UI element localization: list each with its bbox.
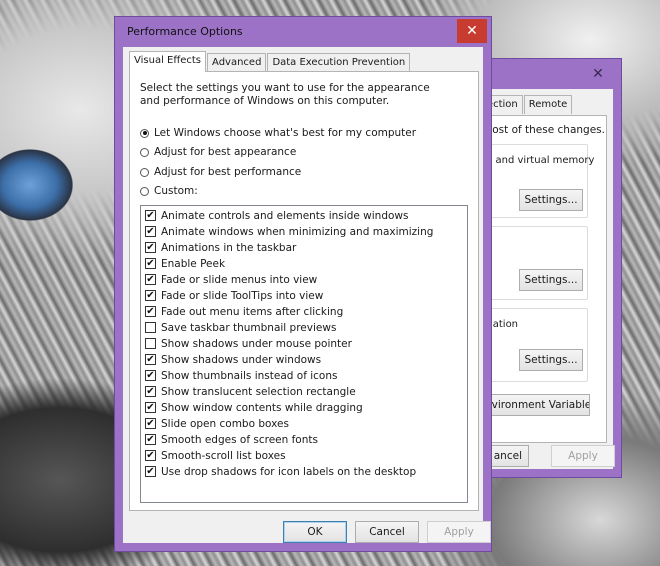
list-item[interactable]: ✔ Fade or slide ToolTips into view	[145, 288, 323, 303]
radio-button[interactable]	[140, 186, 149, 196]
dialog-title: Performance Options	[127, 25, 243, 38]
list-item-label: Show thumbnails instead of icons	[161, 369, 338, 382]
apply-button[interactable]: Apply	[427, 521, 491, 543]
checkbox[interactable]: ✔	[145, 370, 156, 381]
list-item-label: Smooth edges of screen fonts	[161, 433, 318, 446]
system-properties-titlebar[interactable]: ✕	[471, 59, 621, 89]
close-icon[interactable]: ✕	[457, 19, 487, 43]
list-item-label: Show shadows under mouse pointer	[161, 337, 352, 350]
radio-label: Let Windows choose what's best for my co…	[154, 127, 417, 139]
user-profiles-group: Settings...	[478, 226, 588, 300]
list-item-label: Fade or slide ToolTips into view	[161, 289, 324, 302]
checkbox[interactable]: ✔	[145, 418, 156, 429]
radio-best-appearance[interactable]: Adjust for best appearance	[140, 144, 296, 160]
checkbox[interactable]: ✔	[145, 306, 156, 317]
radio-button[interactable]	[140, 147, 149, 157]
checkbox[interactable]: ✔	[145, 290, 156, 301]
tab-data-execution-prevention[interactable]: Data Execution Prevention	[267, 53, 411, 72]
list-item[interactable]: ✔ Animations in the taskbar	[145, 240, 296, 255]
radio-custom[interactable]: Custom:	[140, 183, 198, 199]
list-item-label: Animate windows when minimizing and maxi…	[161, 225, 434, 238]
list-item[interactable]: ✔ Smooth edges of screen fonts	[145, 432, 318, 447]
radio-label: Adjust for best performance	[154, 166, 302, 178]
list-item-label: Slide open combo boxes	[161, 417, 289, 430]
list-item[interactable]: ✔ Show shadows under windows	[145, 352, 321, 367]
back-tab-panel: most of these changes. e, and virtual me…	[478, 115, 607, 443]
list-item[interactable]: Show shadows under mouse pointer	[145, 336, 352, 351]
user-profiles-settings-button[interactable]: Settings...	[519, 269, 583, 291]
list-item-label: Use drop shadows for icon labels on the …	[161, 465, 417, 478]
radio-label: Adjust for best appearance	[154, 146, 297, 158]
environment-variables-button[interactable]: nvironment Variables...	[484, 394, 590, 416]
close-icon[interactable]: ✕	[583, 62, 613, 86]
checkbox[interactable]: ✔	[145, 274, 156, 285]
checkbox[interactable]: ✔	[145, 402, 156, 413]
list-item-label: Enable Peek	[161, 257, 226, 270]
list-item[interactable]: Save taskbar thumbnail previews	[145, 320, 336, 335]
list-item[interactable]: ✔ Slide open combo boxes	[145, 416, 289, 431]
visual-effects-list[interactable]: ✔ Animate controls and elements inside wi…	[140, 205, 468, 503]
list-item-label: Show window contents while dragging	[161, 401, 363, 414]
list-item[interactable]: ✔ Show thumbnails instead of icons	[145, 368, 337, 383]
list-item[interactable]: ✔ Fade out menu items after clicking	[145, 304, 343, 319]
list-item[interactable]: ✔ Enable Peek	[145, 256, 225, 271]
performance-group: e, and virtual memory Settings...	[478, 144, 594, 218]
system-properties-window: ✕ tection Remote most of these changes. …	[470, 58, 622, 478]
startup-settings-button[interactable]: Settings...	[519, 349, 583, 371]
list-item[interactable]: ✔ Animate controls and elements inside wi…	[145, 208, 408, 223]
list-item-label: Animate controls and elements inside win…	[161, 209, 409, 222]
cancel-button[interactable]: Cancel	[355, 521, 419, 543]
startup-recovery-group: mation Settings...	[478, 308, 588, 382]
admin-note: most of these changes.	[482, 124, 605, 136]
list-item[interactable]: ✔ Show translucent selection rectangle	[145, 384, 356, 399]
checkbox[interactable]: ✔	[145, 226, 156, 237]
back-apply-button[interactable]: Apply	[551, 445, 615, 467]
checkbox[interactable]	[145, 338, 156, 349]
radio-button-selected[interactable]	[140, 128, 149, 138]
list-item-label: Show shadows under windows	[161, 353, 322, 366]
performance-settings-button[interactable]: Settings...	[519, 189, 583, 211]
checkbox[interactable]: ✔	[145, 354, 156, 365]
checkbox[interactable]: ✔	[145, 434, 156, 445]
list-item-label: Smooth-scroll list boxes	[161, 449, 286, 462]
checkbox[interactable]	[145, 322, 156, 333]
list-item[interactable]: ✔ Show window contents while dragging	[145, 400, 363, 415]
list-item-label: Fade or slide menus into view	[161, 273, 318, 286]
list-item[interactable]: ✔ Fade or slide menus into view	[145, 272, 317, 287]
list-item-label: Fade out menu items after clicking	[161, 305, 344, 318]
checkbox[interactable]: ✔	[145, 258, 156, 269]
ok-button[interactable]: OK	[283, 521, 347, 543]
checkbox[interactable]: ✔	[145, 466, 156, 477]
checkbox[interactable]: ✔	[145, 386, 156, 397]
tab-visual-effects[interactable]: Visual Effects	[129, 51, 207, 72]
performance-options-dialog: Performance Options ✕ Visual Effects Adv…	[114, 16, 492, 552]
radio-label: Custom:	[154, 185, 198, 197]
tab-advanced[interactable]: Advanced	[207, 53, 267, 72]
radio-button[interactable]	[140, 167, 149, 177]
checkbox[interactable]: ✔	[145, 242, 156, 253]
list-item[interactable]: ✔ Smooth-scroll list boxes	[145, 448, 286, 463]
list-item[interactable]: ✔ Use drop shadows for icon labels on the…	[145, 464, 416, 479]
visual-effects-panel: Select the settings you want to use for …	[129, 71, 479, 511]
dialog-tabs: Visual Effects Advanced Data Execution P…	[129, 51, 411, 72]
radio-best-performance[interactable]: Adjust for best performance	[140, 164, 301, 180]
list-item[interactable]: ✔ Animate windows when minimizing and max…	[145, 224, 433, 239]
checkbox[interactable]: ✔	[145, 210, 156, 221]
tab-remote[interactable]: Remote	[523, 95, 573, 114]
list-item-label: Animations in the taskbar	[161, 241, 297, 254]
intro-text: Select the settings you want to use for …	[140, 82, 430, 107]
performance-description: e, and virtual memory	[483, 155, 595, 166]
checkbox[interactable]: ✔	[145, 450, 156, 461]
dialog-client: Visual Effects Advanced Data Execution P…	[123, 47, 491, 543]
list-item-label: Show translucent selection rectangle	[161, 385, 356, 398]
dialog-titlebar[interactable]: Performance Options ✕	[115, 17, 491, 47]
radio-let-windows-choose[interactable]: Let Windows choose what's best for my co…	[140, 125, 416, 141]
list-item-label: Save taskbar thumbnail previews	[161, 321, 337, 334]
